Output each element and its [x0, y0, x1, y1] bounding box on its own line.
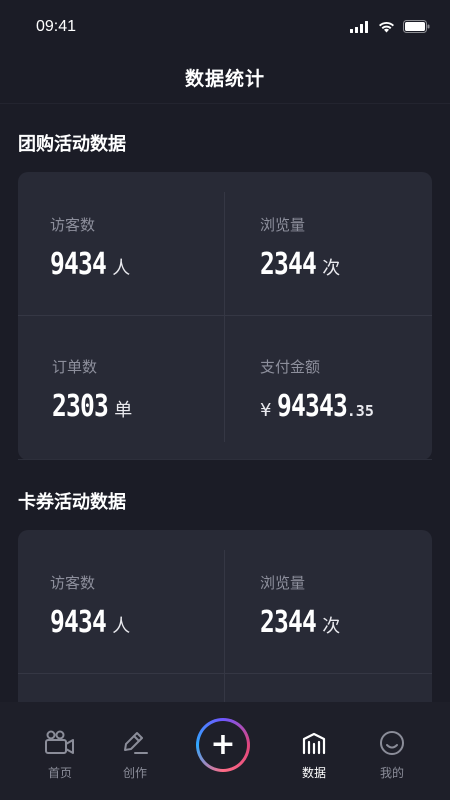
stat-number: 2344	[260, 247, 317, 282]
stat-visitors: 访客数 9434 人	[50, 214, 130, 282]
stat-views: 浏览量 2344 次	[260, 214, 340, 282]
tab-label: 首页	[47, 766, 72, 780]
stat-unit: 次	[322, 616, 341, 637]
video-camera-icon	[45, 730, 74, 754]
stat-value-row: 2344 次	[260, 605, 340, 640]
stat-label: 访客数	[50, 574, 96, 592]
tab-home[interactable]: 首页	[30, 728, 90, 781]
stat-payment: 支付金额 ¥ 94343 .35	[260, 356, 374, 424]
stat-label: 浏览量	[260, 574, 306, 592]
stat-value-row: 2303 单	[52, 389, 132, 424]
group-buy-stats-card: 访客数 9434 人 浏览量 2344 次 订单数 2303 单 支付金额 ¥ …	[18, 172, 432, 460]
battery-icon	[403, 20, 430, 33]
stat-value-row: 9434 人	[50, 247, 130, 282]
status-bar: 09:41	[0, 0, 450, 52]
stat-number: 9434	[50, 247, 107, 282]
stat-value-row: 9434 人	[50, 605, 130, 640]
tab-label: 我的	[379, 766, 404, 780]
status-time: 09:41	[36, 18, 77, 35]
stat-unit: 人	[112, 616, 131, 637]
stat-visitors: 访客数 9434 人	[50, 572, 130, 640]
section-title-coupon: 卡券活动数据	[18, 492, 126, 513]
stat-orders: 订单数 2303 单	[52, 356, 132, 424]
card-divider-horizontal	[18, 315, 432, 316]
wifi-icon	[379, 21, 394, 32]
stat-number: 2303	[52, 389, 109, 424]
chart-icon	[302, 732, 326, 755]
tab-data[interactable]: 数据	[284, 728, 344, 781]
currency-symbol: ¥	[260, 400, 272, 421]
plus-icon: +	[199, 721, 247, 769]
section-title-group-buy: 团购活动数据	[18, 134, 126, 155]
card-divider-vertical	[224, 192, 225, 442]
stat-unit: 单	[114, 400, 133, 421]
signal-icon	[350, 20, 368, 33]
section-divider	[18, 459, 432, 460]
card-divider-horizontal	[18, 673, 432, 674]
status-icons	[350, 20, 430, 33]
stat-decimals: .35	[346, 402, 374, 420]
page-title: 数据统计	[184, 68, 265, 90]
tab-label: 创作	[122, 766, 147, 780]
tab-create[interactable]: 创作	[105, 728, 165, 781]
coupon-stats-card: 访客数 9434 人 浏览量 2344 次	[18, 530, 432, 720]
stat-unit: 人	[112, 258, 131, 279]
stat-number: 2344	[260, 605, 317, 640]
stat-label: 支付金额	[260, 358, 321, 376]
stat-views: 浏览量 2344 次	[260, 572, 340, 640]
card-divider-vertical	[224, 550, 225, 720]
tab-label: 数据	[301, 766, 326, 780]
pencil-icon	[124, 732, 148, 754]
stat-value-row: 2344 次	[260, 247, 340, 282]
stat-number: 9434	[50, 605, 107, 640]
nav-bar: 数据统计	[0, 52, 450, 104]
tab-mine[interactable]: 我的	[362, 728, 422, 781]
stat-label: 订单数	[52, 358, 98, 376]
stat-unit: 次	[322, 258, 341, 279]
smiley-icon	[380, 731, 404, 755]
create-button[interactable]: +	[196, 718, 250, 772]
stat-value-row: ¥ 94343 .35	[260, 389, 374, 424]
stat-number: 94343	[277, 389, 348, 424]
stat-label: 访客数	[50, 216, 96, 234]
stat-label: 浏览量	[260, 216, 306, 234]
